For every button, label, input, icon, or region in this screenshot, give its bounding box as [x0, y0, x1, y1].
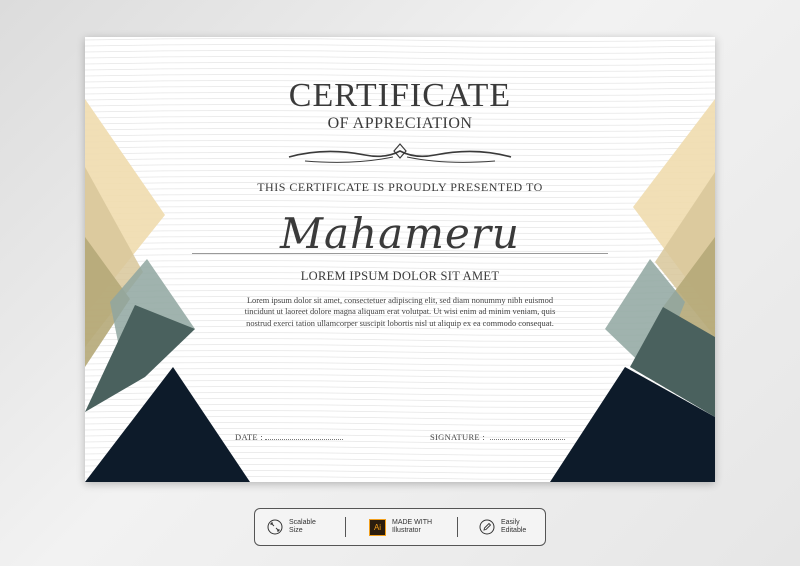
feature-badges: Scalable Size Ai MADE WITH Illustrator E… [254, 508, 546, 546]
scalable-text: Scalable [289, 519, 316, 526]
illustrator-text: Illustrator [392, 527, 421, 534]
recipient-name: Mahameru [280, 209, 520, 258]
certificate-subtitle: OF APPRECIATION [327, 115, 473, 132]
divider [345, 517, 346, 537]
size-text: Size [289, 527, 303, 534]
illustrator-badge: Ai MADE WITH Illustrator [369, 509, 432, 545]
flourish-ornament [288, 143, 512, 163]
award-body: Lorem ipsum dolor sit amet, consectetuer… [218, 295, 582, 329]
signature-line [490, 439, 565, 440]
body-line: nostrud exerci tation ullamcorper suscip… [246, 318, 554, 328]
made-with-text: MADE WITH [392, 519, 433, 526]
divider [457, 517, 458, 537]
certificate: CERTIFICATE OF APPRECIATION THIS CERTIFI… [85, 37, 715, 482]
presented-to-text: THIS CERTIFICATE IS PROUDLY PRESENTED TO [257, 180, 543, 194]
award-heading: LOREM IPSUM DOLOR SIT AMET [300, 269, 500, 283]
name-underline [192, 253, 608, 254]
edit-icon [479, 519, 495, 535]
body-line: Lorem ipsum dolor sit amet, consectetuer… [246, 296, 554, 305]
editable-text: Editable [501, 527, 527, 534]
illustrator-icon: Ai [369, 518, 386, 536]
easily-text: Easily [501, 519, 520, 526]
scalable-badge: Scalable Size [267, 509, 316, 545]
editable-badge: Easily Editable [479, 509, 526, 545]
body-line: tincidunt ut laoreet dolore magna aliqua… [244, 307, 556, 317]
signature-label: SIGNATURE : [430, 432, 486, 442]
date-label: DATE : [235, 432, 264, 442]
ai-badge-text: Ai [373, 522, 382, 532]
scalable-icon [267, 519, 283, 535]
date-line [265, 439, 343, 440]
certificate-title: CERTIFICATE [288, 77, 512, 114]
